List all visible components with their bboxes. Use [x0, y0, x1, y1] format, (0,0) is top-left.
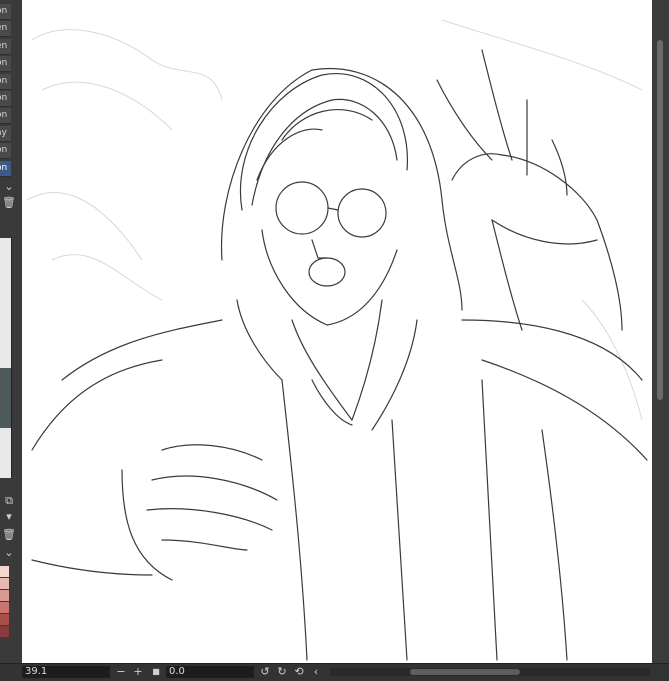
layer-tab[interactable]: on	[0, 160, 11, 177]
color-swatch[interactable]	[0, 578, 9, 589]
arrow-down-icon[interactable]: ▾	[2, 510, 16, 524]
layer-tab[interactable]: on	[0, 73, 11, 90]
navigator-thumbnail[interactable]	[0, 238, 12, 478]
dropdown-icon[interactable]: ⌄	[2, 546, 16, 560]
thumbnail-shadow	[0, 368, 11, 428]
layer-tab[interactable]: ay	[0, 125, 11, 142]
reset-rotation-icon[interactable]: ⟲	[293, 665, 305, 679]
layer-tab[interactable]: on	[0, 4, 11, 20]
color-swatch[interactable]	[0, 602, 9, 613]
layer-tab[interactable]: on	[0, 108, 11, 125]
horizontal-scrollbar[interactable]	[330, 668, 650, 676]
horizontal-scroll-thumb[interactable]	[410, 669, 520, 675]
drawing-canvas[interactable]	[22, 0, 652, 663]
zoom-out-button[interactable]: −	[115, 665, 127, 679]
zoom-slider-handle-icon[interactable]: ■	[150, 665, 162, 679]
vertical-scroll-thumb[interactable]	[657, 40, 663, 400]
rotate-left-icon[interactable]: ↺	[259, 665, 271, 679]
rotate-right-icon[interactable]: ↻	[276, 665, 288, 679]
scroll-left-icon[interactable]: ‹	[310, 665, 322, 679]
side-panel: onenenononononayonon ⌄ 🗑 ⧉ ▾ 🗑 ⌄	[0, 0, 22, 680]
layer-tab[interactable]: en	[0, 21, 11, 38]
color-swatch[interactable]	[0, 590, 9, 601]
delete-icon[interactable]: 🗑	[2, 528, 16, 542]
layer-tab[interactable]: en	[0, 38, 11, 55]
layer-tab[interactable]: on	[0, 143, 11, 160]
chevron-down-icon[interactable]: ⌄	[2, 180, 16, 194]
rotation-field[interactable]: 0.0	[166, 666, 254, 678]
status-bar: 39.1 − + ■ 0.0 ↺ ↻ ⟲ ‹	[0, 663, 669, 681]
zoom-in-button[interactable]: +	[132, 665, 144, 679]
zoom-field[interactable]: 39.1	[22, 666, 110, 678]
trash-icon[interactable]: 🗑	[2, 196, 16, 210]
vertical-scrollbar[interactable]	[652, 0, 669, 663]
color-swatch[interactable]	[0, 626, 9, 637]
layer-tab[interactable]: on	[0, 56, 11, 73]
sketch-artwork	[26, 19, 648, 661]
color-swatch[interactable]	[0, 614, 9, 625]
color-swatch[interactable]	[0, 566, 9, 577]
layer-copy-icon[interactable]: ⧉	[2, 494, 16, 508]
layer-tab[interactable]: on	[0, 91, 11, 107]
